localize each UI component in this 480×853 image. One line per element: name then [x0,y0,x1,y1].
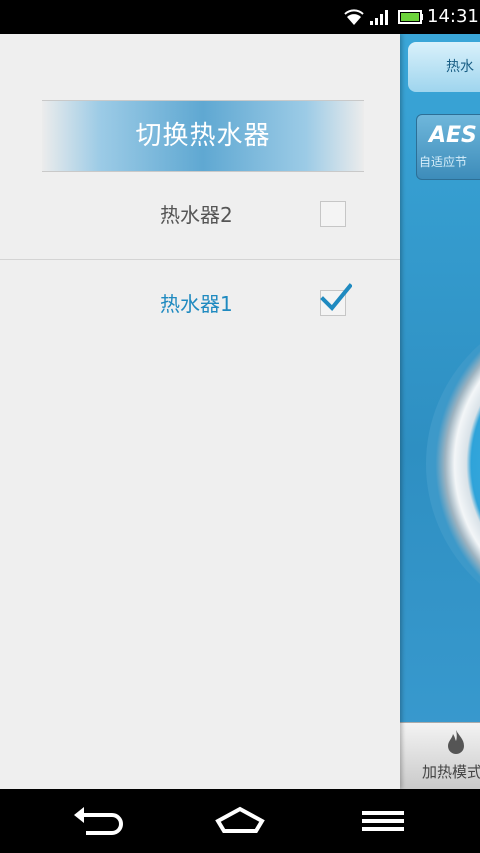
menu-icon[interactable] [354,801,414,841]
checkmark-icon [320,283,352,311]
wifi-icon [344,9,364,25]
heating-mode-label: 加热模式 [422,763,480,781]
back-icon[interactable] [66,801,126,841]
status-time: 14:31 [427,6,479,27]
checkbox-empty-icon [320,201,346,227]
heater-switch-drawer: 切换热水器 热水器2 热水器1 [0,34,400,789]
aes-logo: AES [429,123,477,148]
signal-icon [370,10,388,25]
heating-mode-button[interactable]: 加热模式 [400,722,480,789]
aes-subtitle: 自适应节 [419,155,468,169]
background-app: 热水 AES 自适应节 加热模式 [400,34,480,789]
home-icon[interactable] [212,801,272,841]
navigation-bar [0,789,480,853]
drawer-item-label: 热水器2 [160,203,233,227]
temperature-dial[interactable] [426,304,480,624]
heater-2-checkbox[interactable] [320,201,348,229]
drawer-item-heater-2[interactable]: 热水器2 [0,171,400,260]
battery-icon [398,10,423,24]
bg-tab-label: 热水 [446,59,474,75]
heater-1-checkbox[interactable] [320,283,352,318]
drawer-item-heater-1[interactable]: 热水器1 [0,260,400,348]
drawer-item-label: 热水器1 [160,292,233,316]
bg-tab[interactable]: 热水 [408,42,480,92]
drawer-title: 切换热水器 [42,100,364,172]
aes-badge[interactable]: AES 自适应节 [416,114,480,180]
status-bar: 14:31 [0,0,480,34]
flame-icon [448,730,464,754]
